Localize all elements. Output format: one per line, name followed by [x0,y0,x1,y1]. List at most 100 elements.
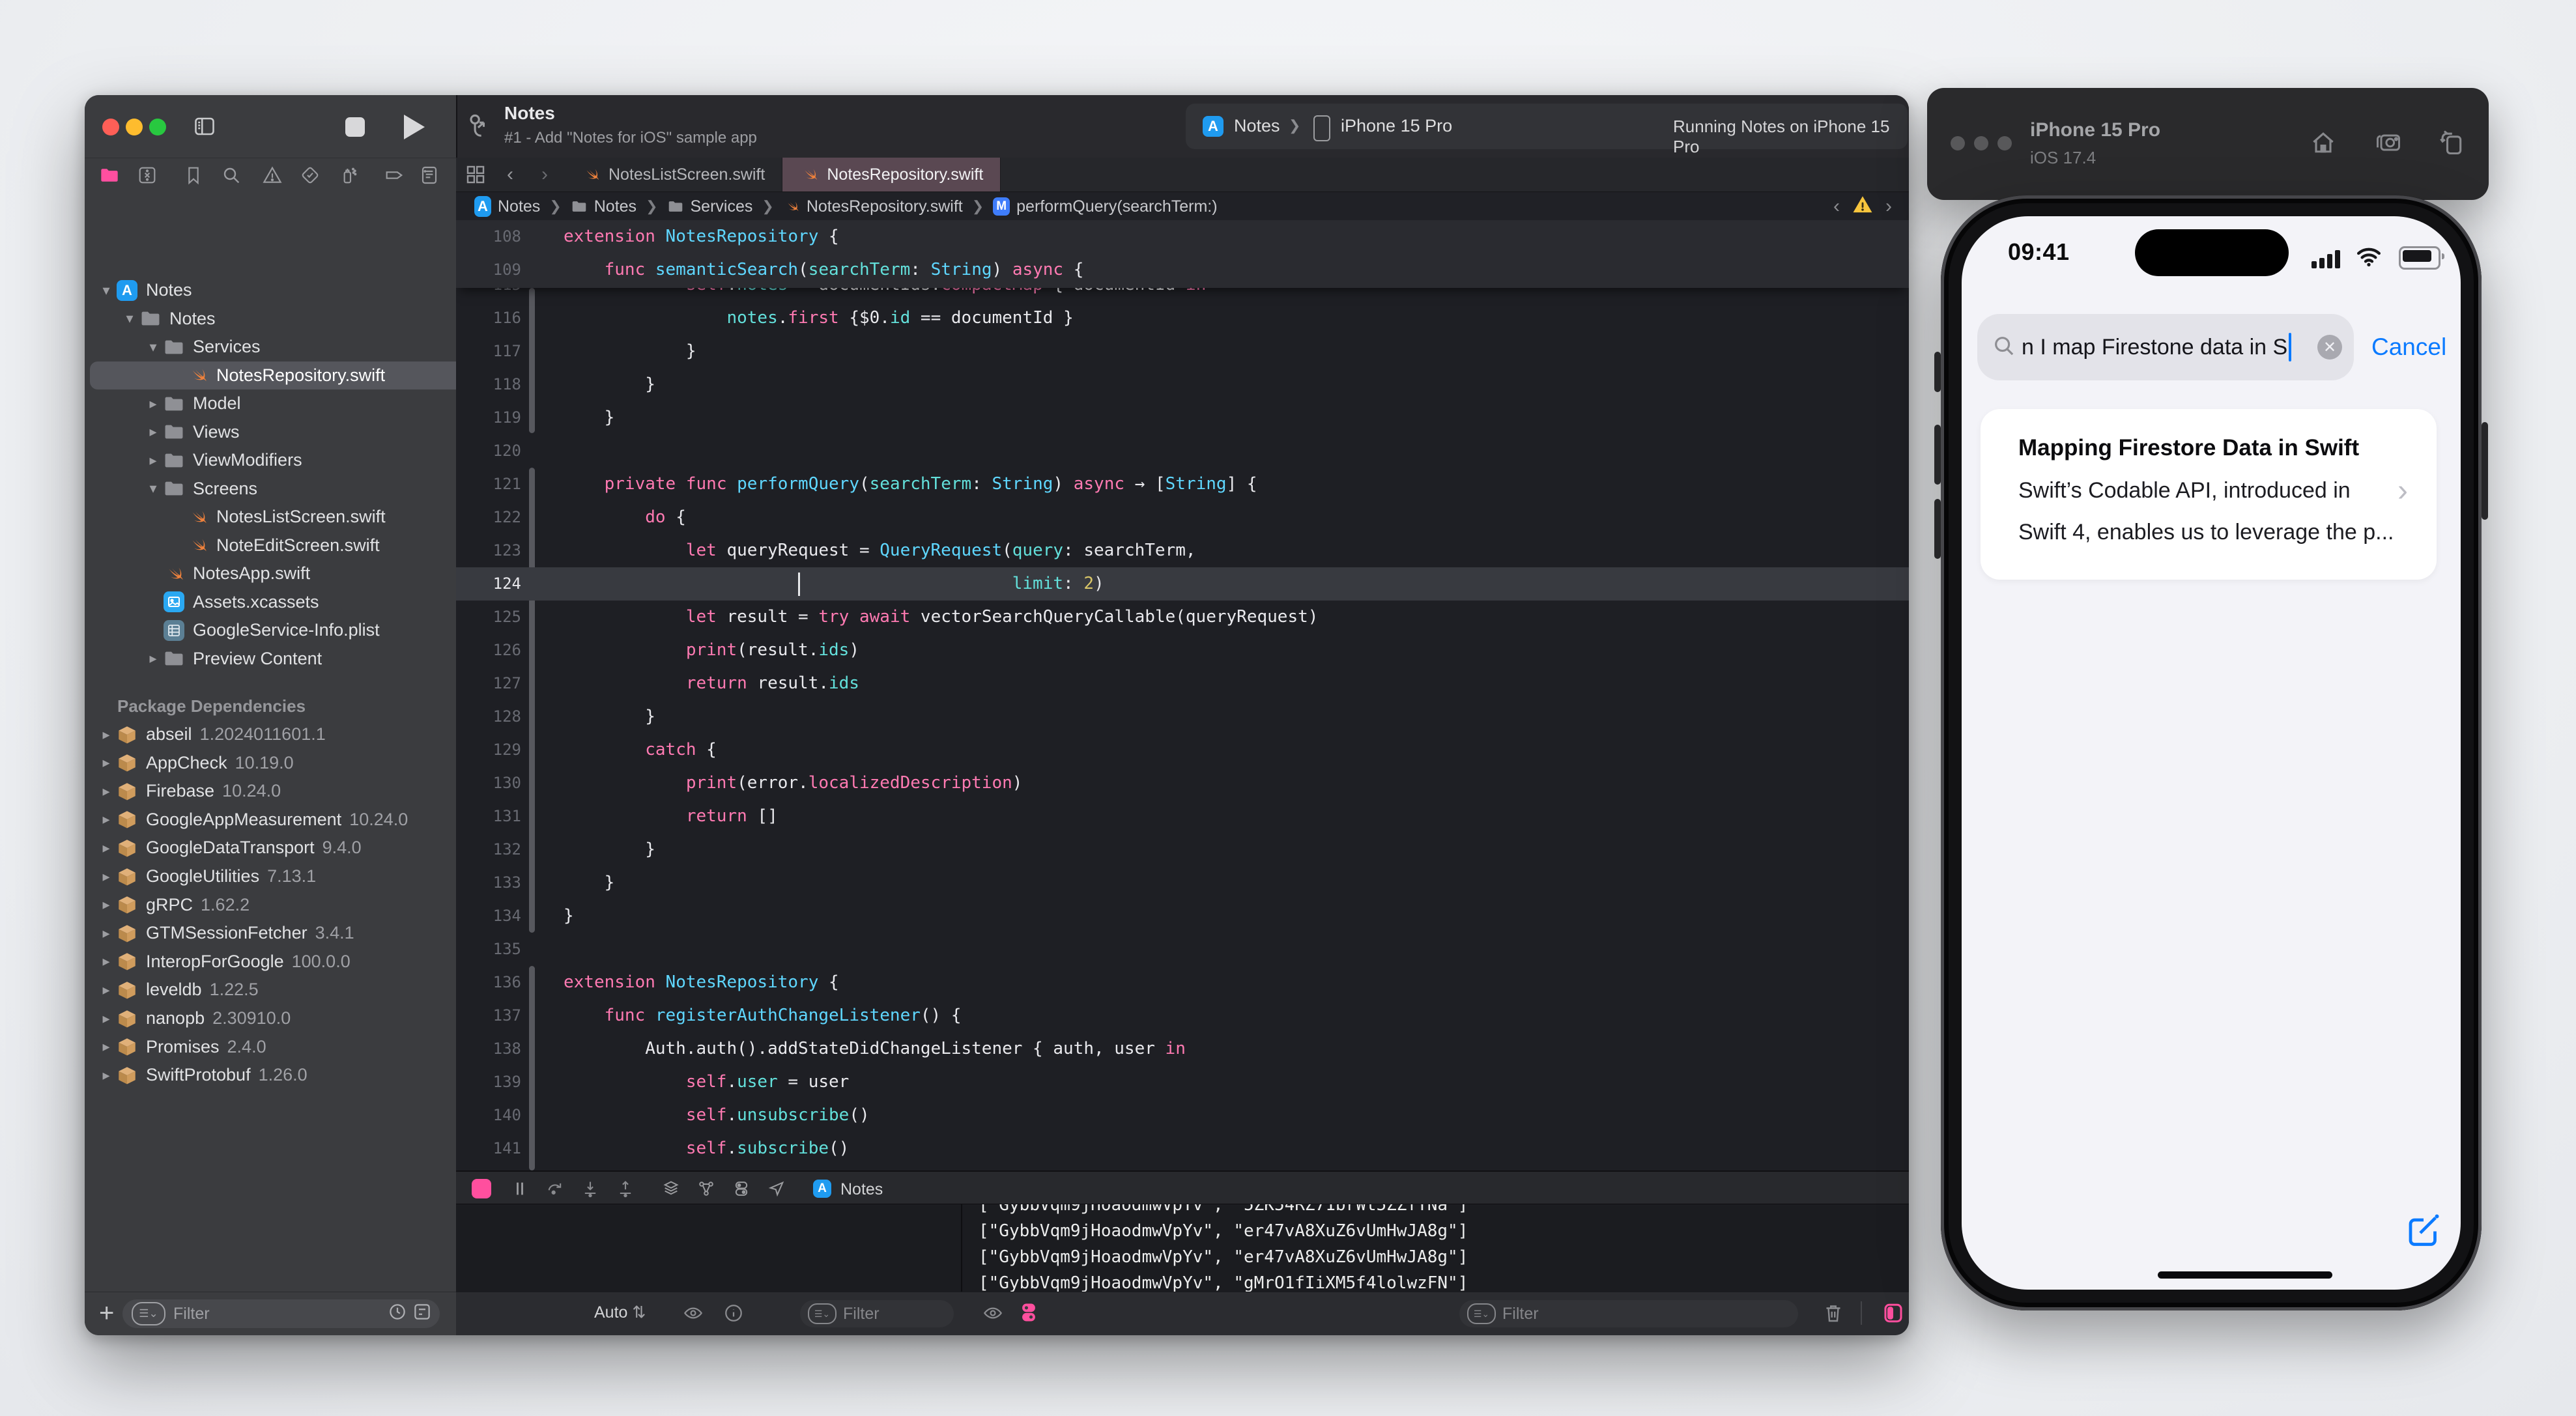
navigator-filter-field[interactable]: ☰⌄ Filter [122,1299,440,1328]
code-line-119[interactable]: 119 } [456,401,1909,434]
simulate-location-icon[interactable] [764,1176,790,1202]
step-over-icon[interactable] [542,1176,568,1202]
breadcrumb-item-3[interactable]: Services [667,197,752,216]
package-item-nanopb[interactable]: ▸ nanopb 2.30910.0 [90,1004,457,1032]
package-item-gtmsessionfetcher[interactable]: ▸ GTMSessionFetcher 3.4.1 [90,919,457,947]
show-variables-pane-icon[interactable] [1882,1301,1905,1328]
search-input[interactable]: n I map Firestone data in Swift ✕ [1977,314,2354,380]
sidebar-item-viewmodifiers[interactable]: ▸ ViewModifiers [90,446,504,474]
zoom-button[interactable] [149,119,166,135]
package-item-appcheck[interactable]: ▸ AppCheck 10.19.0 [90,749,457,777]
console-eye-icon[interactable] [982,1303,1003,1327]
chevron-right-icon[interactable]: ▸ [96,1067,116,1084]
code-line-116[interactable]: 116 notes.first {$0.id == documentId } [456,302,1909,335]
sim-rotate-icon[interactable] [2437,128,2465,160]
compose-note-button[interactable] [2404,1210,2443,1253]
reports-icon[interactable] [415,161,444,190]
chevron-right-icon[interactable]: ▸ [143,452,163,469]
search-result-card[interactable]: Mapping Firestore Data in Swift Swift’s … [1981,409,2437,580]
environment-overrides-icon[interactable] [728,1176,754,1202]
debug-gauge-icon[interactable] [334,161,362,190]
filter-menu-icon[interactable]: ☰⌄ [132,1302,165,1325]
scheme-device[interactable]: iPhone 15 Pro [1341,116,1452,136]
scheme-name[interactable]: Notes [1234,116,1280,136]
chevron-right-icon[interactable]: ▸ [96,840,116,857]
code-line-109[interactable]: 109 func semanticSearch(searchTerm: Stri… [456,253,1909,287]
sidebar-item-notes[interactable]: ▾ A Notes [90,276,457,304]
code-line-139[interactable]: 139 self.user = user [456,1066,1909,1099]
chevron-right-icon[interactable]: ▸ [96,783,116,800]
code-line-117[interactable]: 117 } [456,335,1909,368]
sim-home-icon[interactable] [2309,128,2338,160]
chevron-right-icon[interactable]: ▸ [96,896,116,913]
add-item-plus-icon[interactable]: + [99,1299,114,1328]
code-line-125[interactable]: 125 let result = try await vectorSearchQ… [456,601,1909,634]
bookmarks-icon[interactable] [179,161,208,190]
breakpoints-icon[interactable] [380,161,408,190]
chevron-down-icon[interactable]: ▾ [120,310,139,327]
package-item-googleutilities[interactable]: ▸ GoogleUtilities 7.13.1 [90,862,457,890]
breadcrumb-item-4[interactable]: NotesRepository.swift [783,197,963,216]
package-item-googleappmeasurement[interactable]: ▸ GoogleAppMeasurement 10.24.0 [90,806,457,834]
run-button[interactable] [404,115,425,139]
forward-chevron-icon[interactable]: › [525,158,564,191]
volume-down-button[interactable] [1934,499,1941,559]
tab-notesrepository-swift[interactable]: NotesRepository.swift [782,158,1001,191]
package-item-swiftprotobuf[interactable]: ▸ SwiftProtobuf 1.26.0 [90,1061,457,1089]
code-line-140[interactable]: 140 self.unsubscribe() [456,1099,1909,1132]
chevron-right-icon[interactable]: ▸ [143,650,163,667]
breadcrumb-item-2[interactable]: Notes [571,197,637,216]
sim-minimize-button[interactable] [1974,136,1988,150]
chevron-right-icon[interactable]: ▸ [96,811,116,828]
package-item-leveldb[interactable]: ▸ leveldb 1.22.5 [90,976,457,1004]
chevron-down-icon[interactable]: ▾ [96,282,116,299]
chevron-right-icon[interactable]: ▸ [143,395,163,412]
tests-icon[interactable] [296,161,324,190]
package-item-interopforgoogle[interactable]: ▸ InteropForGoogle 100.0.0 [90,948,457,976]
chevron-right-icon[interactable]: ▸ [96,1010,116,1027]
stop-button[interactable] [345,117,365,137]
chevron-down-icon[interactable]: ▾ [143,480,163,497]
step-into-icon[interactable] [577,1176,603,1202]
sidebar-item-model[interactable]: ▸ Model [90,389,504,418]
breadcrumb-item-1[interactable]: A Notes [474,196,540,217]
pause-icon[interactable] [507,1176,533,1202]
chevron-right-icon[interactable]: ▸ [96,953,116,970]
sidebar-item-googleservice-info-plist[interactable]: GoogleService-Info.plist [90,616,504,644]
package-item-googledatatransport[interactable]: ▸ GoogleDataTransport 9.4.0 [90,834,457,862]
code-line-141[interactable]: 141 self.subscribe() [456,1132,1909,1165]
chevron-right-icon[interactable]: ▸ [96,726,116,743]
process-name[interactable]: Notes [840,1180,883,1199]
sim-close-button[interactable] [1951,136,1965,150]
next-issue-icon[interactable]: › [1885,195,1892,218]
code-line-132[interactable]: 132 } [456,833,1909,866]
code-line-133[interactable]: 133 } [456,866,1909,899]
code-line-128[interactable]: 128 } [456,700,1909,733]
package-item-firebase[interactable]: ▸ Firebase 10.24.0 [90,777,457,805]
action-button[interactable] [1934,352,1941,392]
back-chevron-icon[interactable]: ‹ [495,158,525,191]
related-items-icon[interactable] [456,158,495,191]
volume-up-button[interactable] [1934,425,1941,485]
step-out-icon[interactable] [612,1176,638,1202]
sidebar-item-assets-xcassets[interactable]: Assets.xcassets [90,588,504,616]
chevron-right-icon[interactable]: ▸ [96,754,116,771]
code-line-135[interactable]: 135 [456,933,1909,966]
sim-screenshot-icon[interactable] [2374,128,2403,160]
sim-zoom-button[interactable] [1997,136,2012,150]
console-io-toggle-icon[interactable] [1018,1301,1040,1327]
code-line-115[interactable]: 115 self.notes = documentIds.compactMap … [456,288,1909,302]
package-item-abseil[interactable]: ▸ abseil 1.2024011601.1 [90,720,457,748]
code-line-127[interactable]: 127 return result.ids [456,667,1909,700]
breadcrumb-item-5[interactable]: MperformQuery(searchTerm:) [993,197,1218,216]
code-line-123[interactable]: 123 let queryRequest = QueryRequest(quer… [456,534,1909,567]
code-line-124[interactable]: 124 limit: 2) [456,567,1909,601]
code-line-138[interactable]: 138 Auth.auth().addStateDidChangeListene… [456,1032,1909,1066]
code-line-129[interactable]: 129 catch { [456,733,1909,767]
minimize-button[interactable] [126,119,143,135]
variables-scope-dropdown[interactable]: Auto ⇅ [594,1303,646,1322]
chevron-right-icon[interactable]: ▸ [96,982,116,998]
package-item-promises[interactable]: ▸ Promises 2.4.0 [90,1033,457,1061]
project-navigator-icon[interactable] [95,161,124,190]
source-control-icon[interactable] [133,161,162,190]
